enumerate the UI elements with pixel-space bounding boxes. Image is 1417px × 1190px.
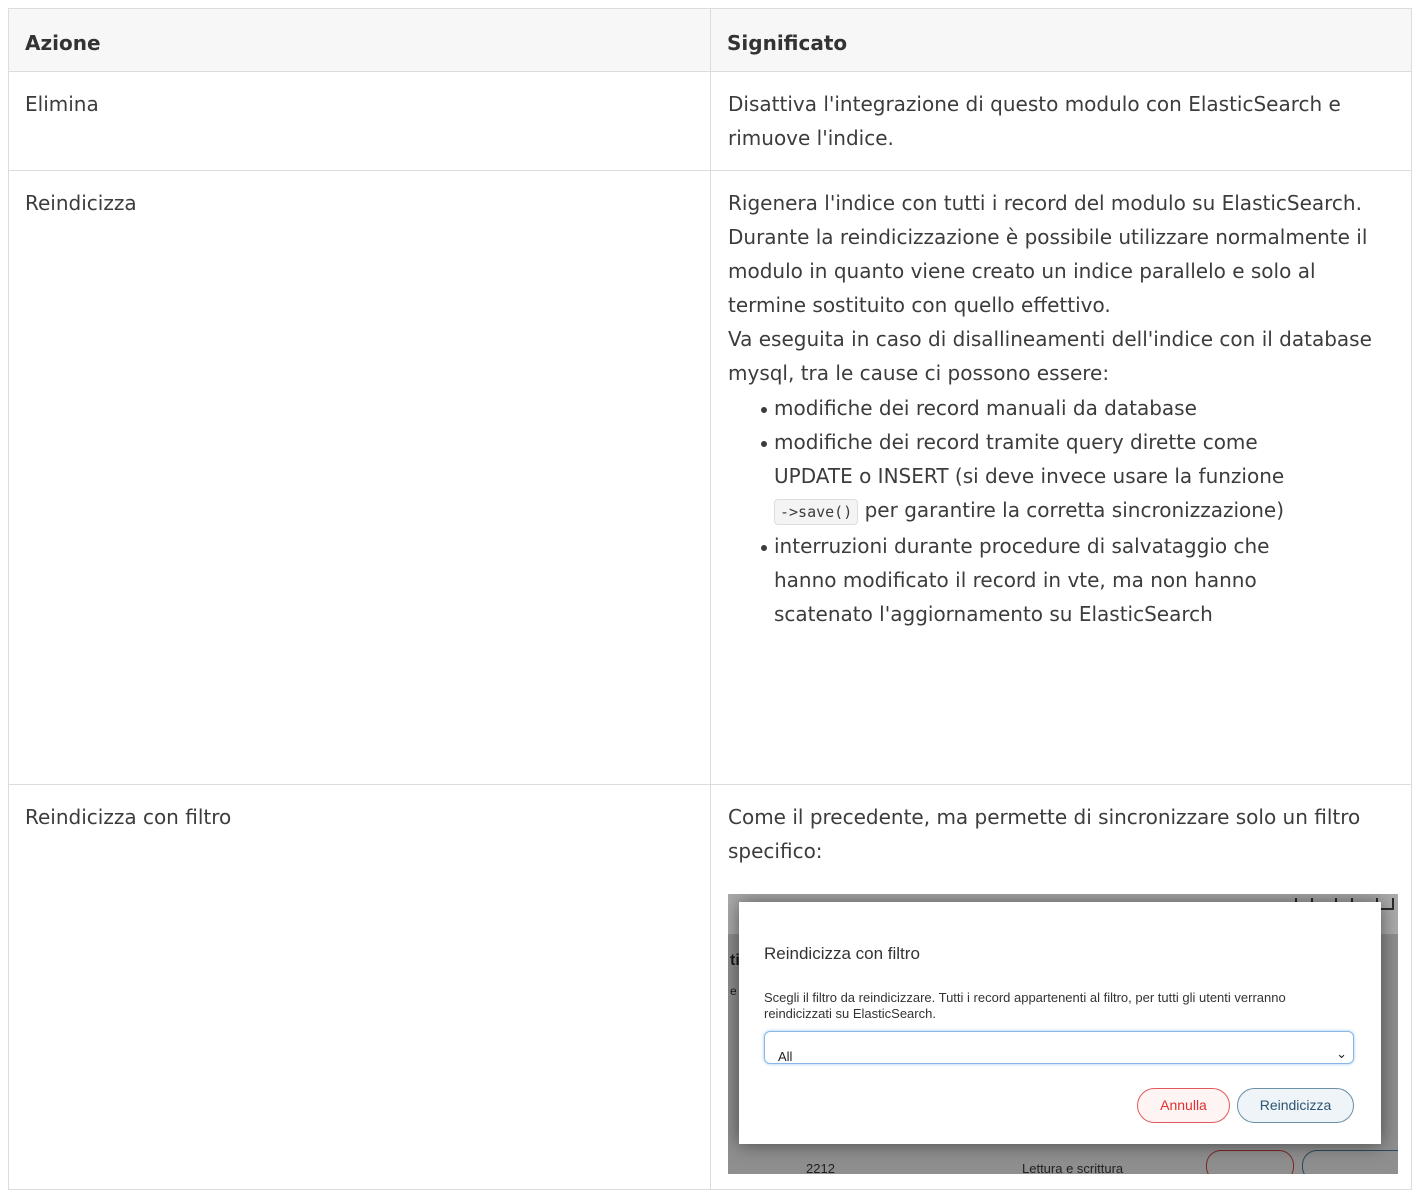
- reindex-dialog-screenshot: ti e 2212 Lettura e scrittura Reindicizz…: [728, 894, 1398, 1174]
- table-row: Elimina Disattiva l'integrazione di ques…: [8, 71, 1412, 171]
- list-item: interruzioni durante procedure di salvat…: [761, 529, 1395, 631]
- reindex-filter-dialog: Reindicizza con filtro Scegli il filtro …: [739, 902, 1381, 1144]
- chevron-down-icon: ⌄: [1336, 1046, 1347, 1061]
- meaning-cell: Come il precedente, ma permette di sincr…: [710, 784, 1412, 1190]
- action-cell: Reindicizza con filtro: [8, 784, 711, 1190]
- table-row: Reindicizza con filtro Come il precedent…: [8, 784, 1412, 1190]
- background-text-fragment: e: [730, 984, 737, 998]
- reindex-button[interactable]: Reindicizza: [1237, 1088, 1354, 1123]
- meaning-cell: Disattiva l'integrazione di questo modul…: [710, 71, 1412, 171]
- inline-code: ->save(): [774, 499, 859, 525]
- background-row-label: Lettura e scrittura: [1022, 1161, 1124, 1174]
- meaning-paragraph: Va eseguita in caso di disallineamenti d…: [728, 327, 1372, 385]
- dialog-title: Reindicizza con filtro: [764, 944, 920, 963]
- meaning-cell: Rigenera l'indice con tutti i record del…: [710, 170, 1412, 785]
- actions-table: Azione Significato Elimina Disattiva l'i…: [8, 8, 1412, 1190]
- column-header-azione: Azione: [8, 8, 711, 72]
- filter-select-value: All: [778, 1049, 793, 1064]
- cancel-button[interactable]: Annulla: [1137, 1088, 1230, 1123]
- action-cell: Reindicizza: [8, 170, 711, 785]
- background-button: [1206, 1150, 1294, 1174]
- dialog-description: Scegli il filtro da reindicizzare. Tutti…: [764, 990, 1286, 1021]
- background-button: [1302, 1150, 1398, 1174]
- action-cell: Elimina: [8, 71, 711, 171]
- column-header-significato: Significato: [710, 8, 1412, 72]
- meaning-paragraph: Rigenera l'indice con tutti i record del…: [728, 191, 1368, 317]
- list-item: modifiche dei record manuali da database: [761, 391, 1395, 425]
- causes-list: modifiche dei record manuali da database…: [728, 391, 1395, 631]
- table-header-row: Azione Significato: [8, 8, 1412, 72]
- list-item: modifiche dei record tramite query diret…: [761, 425, 1395, 529]
- meaning-paragraph: Come il precedente, ma permette di sincr…: [728, 805, 1361, 863]
- filter-select[interactable]: All ⌄: [764, 1031, 1354, 1064]
- table-row: Reindicizza Rigenera l'indice con tutti …: [8, 170, 1412, 785]
- background-row-id: 2212: [806, 1161, 835, 1174]
